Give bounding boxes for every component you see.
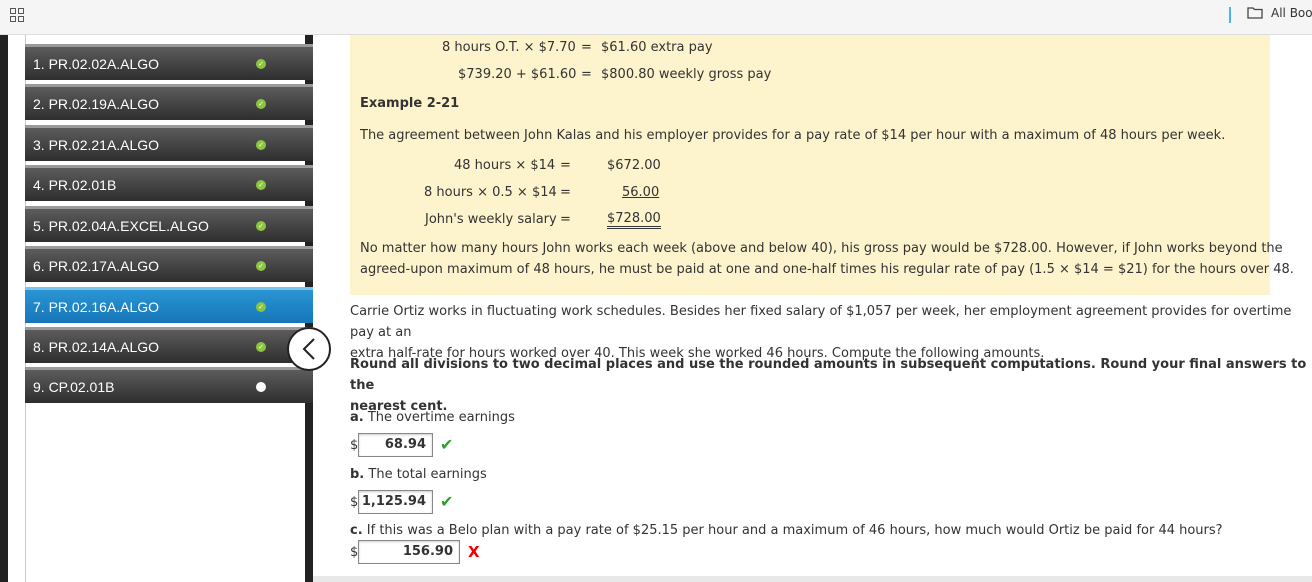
top-bar: All Books [0, 0, 1312, 35]
sidebar-item-6[interactable]: 6. PR.02.17A.ALGO ✓ [25, 246, 313, 282]
sidebar-item-label: 2. PR.02.19A.ALGO [33, 95, 160, 112]
all-books-link[interactable]: All Books [1247, 6, 1312, 20]
sidebar-item-label: 9. CP.02.01B [33, 378, 115, 395]
answer-c-input[interactable]: 156.90 [358, 540, 460, 564]
complete-check-icon: ✓ [256, 342, 266, 352]
question-sidebar: 1. PR.02.02A.ALGO ✓ 2. PR.02.19A.ALGO ✓ … [8, 35, 313, 582]
complete-check-icon: ✓ [256, 180, 266, 190]
all-books-label: All Books [1271, 6, 1312, 20]
sidebar-item-label: 7. PR.02.16A.ALGO [33, 298, 160, 315]
prev-line2-left: $739.20 + $61.60 [458, 67, 577, 82]
prev-line2-eq: = [581, 67, 592, 82]
question-b-text: The total earnings [368, 467, 487, 482]
sidebar-item-label: 1. PR.02.02A.ALGO [33, 55, 160, 72]
prev-line1-eq: = [581, 40, 592, 55]
question-content: 8 hours O.T. × $7.70 = $61.60 extra pay … [313, 35, 1312, 582]
example-row1-eq: = [560, 158, 571, 173]
content-bottom-border [313, 576, 1312, 582]
sidebar-item-label: 5. PR.02.04A.EXCEL.ALGO [33, 217, 209, 234]
answer-a-input[interactable]: 68.94 [358, 433, 433, 457]
example-row1-left: 48 hours × $14 [454, 158, 556, 173]
sidebar-item-label: 4. PR.02.01B [33, 176, 117, 193]
sidebar-item-3[interactable]: 3. PR.02.21A.ALGO ✓ [25, 125, 313, 161]
sidebar-item-8[interactable]: 8. PR.02.14A.ALGO ✓ [25, 327, 313, 363]
sidebar-item-7-active[interactable]: 7. PR.02.16A.ALGO ✓ [25, 287, 313, 323]
question-a: a. The overtime earnings [350, 410, 515, 425]
complete-check-icon: ✓ [256, 59, 266, 69]
example-row2-eq: = [560, 185, 571, 200]
prev-line1-right: $61.60 extra pay [601, 40, 713, 55]
complete-check-icon: ✓ [256, 221, 266, 231]
incomplete-dot-icon [256, 382, 266, 392]
complete-check-icon: ✓ [256, 99, 266, 109]
question-b-letter: b. [350, 467, 365, 482]
incorrect-x-icon: X [468, 543, 480, 561]
sidebar-item-9[interactable]: 9. CP.02.01B [25, 367, 313, 403]
left-edge-strip [0, 35, 8, 582]
prev-line2-right: $800.80 weekly gross pay [601, 67, 772, 82]
rounding-instructions: Round all divisions to two decimal place… [350, 354, 1312, 417]
question-c-letter: c. [350, 523, 363, 538]
sidebar-item-4[interactable]: 4. PR.02.01B ✓ [25, 165, 313, 201]
sidebar-item-label: 6. PR.02.17A.ALGO [33, 257, 160, 274]
question-c-text: If this was a Belo plan with a pay rate … [366, 523, 1223, 538]
example-row2-right: 56.00 [622, 185, 660, 200]
example-row1-right: $672.00 [607, 158, 661, 173]
sidebar-item-label: 3. PR.02.21A.ALGO [33, 136, 160, 153]
question-b: b. The total earnings [350, 467, 487, 482]
example-note-line1: No matter how many hours John works each… [360, 241, 1283, 256]
sidebar-item-2[interactable]: 2. PR.02.19A.ALGO ✓ [25, 84, 313, 120]
example-row3-eq: = [560, 212, 571, 227]
instructions-line1: Round all divisions to two decimal place… [350, 357, 1307, 393]
complete-check-icon: ✓ [256, 302, 266, 312]
complete-check-icon: ✓ [256, 261, 266, 271]
sidebar-item-1[interactable]: 1. PR.02.02A.ALGO ✓ [25, 44, 313, 80]
question-c: c. If this was a Belo plan with a pay ra… [350, 523, 1223, 538]
answer-b-input[interactable]: 1,125.94 [358, 490, 433, 514]
question-a-text: The overtime earnings [367, 410, 515, 425]
question-a-letter: a. [350, 410, 364, 425]
top-divider [1229, 7, 1231, 23]
complete-check-icon: ✓ [256, 140, 266, 150]
folder-icon [1247, 7, 1263, 19]
example-box: 8 hours O.T. × $7.70 = $61.60 extra pay … [350, 35, 1294, 295]
correct-check-icon: ✔ [440, 435, 454, 454]
sidebar-item-label: 8. PR.02.14A.ALGO [33, 338, 160, 355]
example-row3-left: John's weekly salary [425, 212, 557, 227]
example-row2-left: 8 hours × 0.5 × $14 [424, 185, 557, 200]
example-note-line2: agreed-upon maximum of 48 hours, he must… [360, 262, 1294, 277]
example-row3-right: $728.00 [607, 212, 661, 229]
sidebar-item-5[interactable]: 5. PR.02.04A.EXCEL.ALGO ✓ [25, 206, 313, 242]
apps-grid-icon[interactable] [10, 8, 24, 22]
correct-check-icon: ✔ [440, 492, 454, 511]
problem-text-line1: Carrie Ortiz works in fluctuating work s… [350, 304, 1292, 340]
example-title: Example 2-21 [360, 96, 460, 111]
example-intro: The agreement between John Kalas and his… [360, 128, 1226, 143]
prev-line1-left: 8 hours O.T. × $7.70 [442, 40, 576, 55]
